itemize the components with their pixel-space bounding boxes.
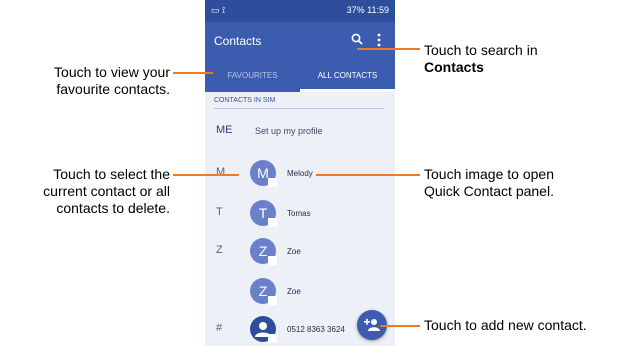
avatar-badge <box>268 218 277 227</box>
contact-name: Melody <box>287 169 313 178</box>
status-left-icons: ▭ ⟟ <box>211 5 226 15</box>
avatar-badge <box>268 334 277 343</box>
section-divider <box>214 108 384 109</box>
tab-indicator <box>300 89 395 92</box>
callout-line-select <box>173 174 239 176</box>
profile-text: Set up my profile <box>255 126 323 136</box>
callout-select-line1: Touch to select the <box>53 166 170 182</box>
callout-select: Touch to select the current contact or a… <box>0 166 170 217</box>
callout-line-search <box>357 48 420 50</box>
index-letter: # <box>216 322 223 334</box>
callout-quick-contact: Touch image to open Quick Contact panel. <box>424 166 624 200</box>
contact-avatar[interactable]: M <box>250 160 277 187</box>
avatar-initial: T <box>258 205 268 221</box>
tab-all-contacts-label: ALL CONTACTS <box>317 71 378 80</box>
status-bar: ▭ ⟟ 37% 11:59 <box>205 0 395 22</box>
avatar-badge <box>268 296 277 305</box>
search-icon[interactable] <box>351 33 363 45</box>
app-bar: Contacts <box>205 22 395 62</box>
avatar-initial: Z <box>258 283 268 299</box>
app-title: Contacts <box>214 34 262 48</box>
callout-quick-line1: Touch image to open <box>424 166 554 182</box>
callout-quick-line2: Quick Contact panel. <box>424 183 554 199</box>
avatar-initial: Z <box>258 243 268 259</box>
section-header: CONTACTS IN SIM <box>214 97 276 104</box>
callout-select-line2: current contact or all <box>43 183 170 199</box>
callout-select-line3: contacts to delete. <box>56 200 170 216</box>
tab-favourites[interactable]: FAVOURITES <box>205 62 300 92</box>
callout-line-quick-contact <box>316 174 420 176</box>
callout-add: Touch to add new contact. <box>424 317 629 334</box>
index-letter: M <box>216 166 226 178</box>
contact-name: 0512 8363 3624 <box>287 325 345 334</box>
avatar-badge <box>268 178 277 187</box>
callout-search-line1: Touch to search in <box>424 42 538 58</box>
callout-line-add <box>380 325 420 327</box>
contact-name: Zoe <box>287 287 301 296</box>
more-vert-icon[interactable] <box>376 32 382 48</box>
contact-avatar[interactable]: Z <box>250 278 277 305</box>
tab-all-contacts[interactable]: ALL CONTACTS <box>300 62 395 92</box>
status-right-text: 37% 11:59 <box>346 5 389 15</box>
callout-line-favourites <box>173 72 213 74</box>
callout-favourites-line2: favourite contacts. <box>56 81 170 97</box>
tab-bar: FAVOURITES ALL CONTACTS <box>205 62 395 92</box>
callout-search: Touch to search in Contacts <box>424 42 624 76</box>
contact-name: Zoe <box>287 247 301 256</box>
phone-screen: ▭ ⟟ 37% 11:59 Contacts FAVOURITES ALL CO… <box>205 0 395 346</box>
avatar-badge <box>268 256 277 265</box>
callout-favourites-line1: Touch to view your <box>54 64 170 80</box>
contact-avatar[interactable] <box>250 316 277 343</box>
index-letter: T <box>216 206 223 218</box>
callout-search-bold: Contacts <box>424 59 484 75</box>
index-letter: Z <box>216 244 223 256</box>
callout-favourites: Touch to view your favourite contacts. <box>0 64 170 98</box>
contact-avatar[interactable]: Z <box>250 238 277 265</box>
profile-letter: ME <box>216 124 233 136</box>
contact-avatar[interactable]: T <box>250 200 277 227</box>
tab-favourites-label: FAVOURITES <box>227 71 278 80</box>
contact-name: Tomas <box>287 209 311 218</box>
callout-add-line1: Touch to add new contact. <box>424 317 587 333</box>
